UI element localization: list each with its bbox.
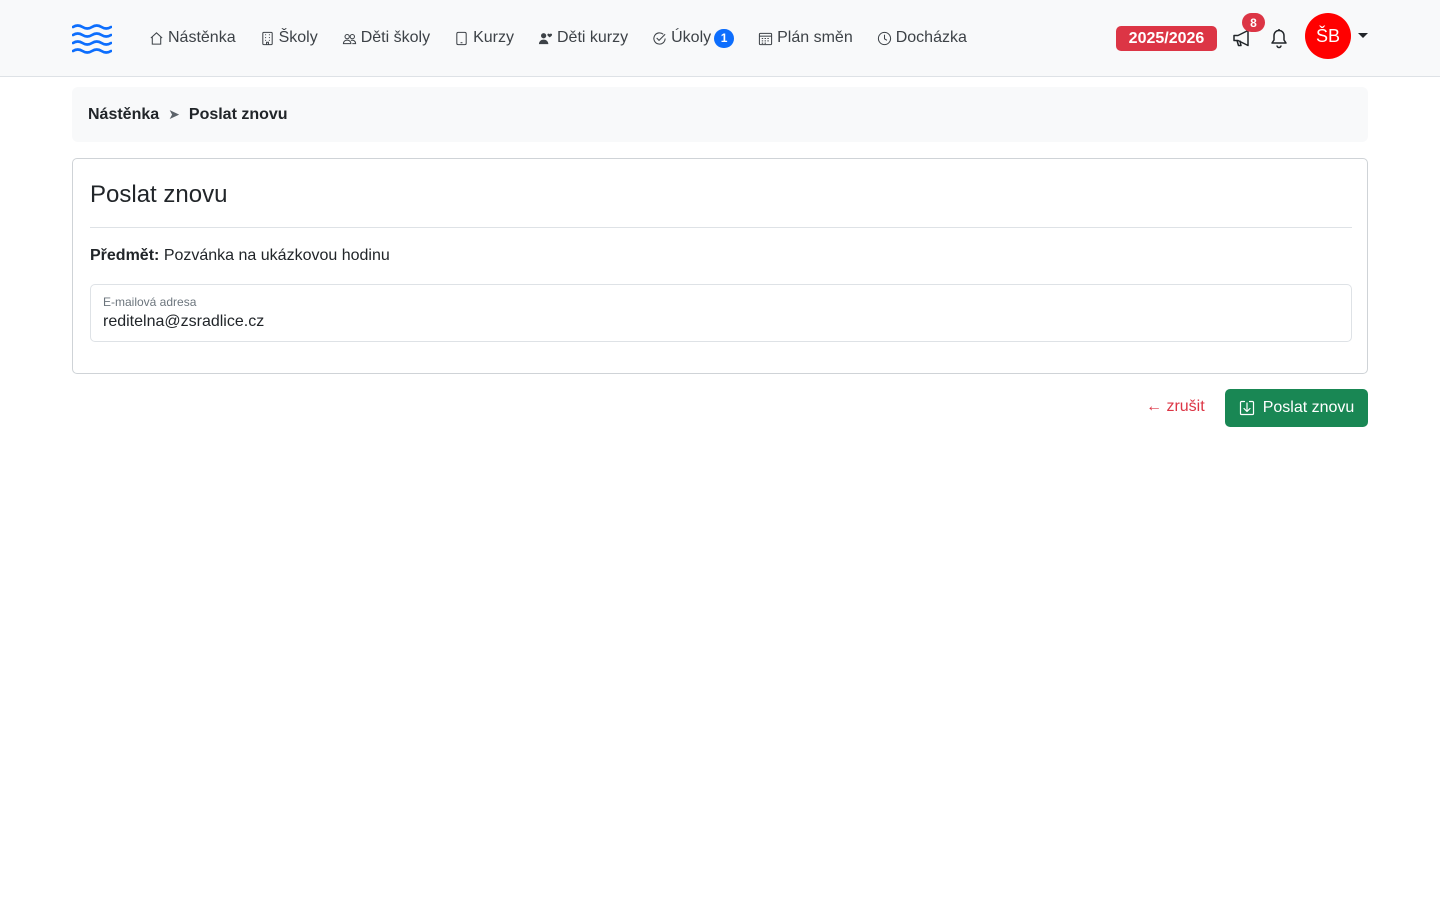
top-navbar: Nástěnka Školy Děti školy Kurzy Děti kur… — [0, 0, 1440, 77]
building-icon — [261, 31, 273, 45]
clock-icon — [877, 31, 891, 45]
nav-item-tasks[interactable]: Úkoly 1 — [652, 18, 735, 58]
page-title: Poslat znovu — [90, 181, 228, 208]
nav-item-course-children[interactable]: Děti kurzy — [538, 18, 628, 58]
nav-item-label: Nástěnka — [168, 29, 236, 46]
person-heart-icon — [538, 32, 553, 44]
nav-item-label: Docházka — [895, 29, 967, 46]
email-input[interactable] — [103, 313, 1333, 331]
resend-card: Poslat znovu Předmět: Pozvánka na ukázko… — [72, 158, 1368, 374]
nav-item-dashboard[interactable]: Nástěnka — [149, 18, 236, 58]
announcements-count-badge: 8 — [1242, 13, 1265, 32]
nav-item-label: Děti školy — [360, 29, 431, 46]
nav-item-label: Plán směn — [777, 29, 853, 46]
subject-label: Předmět: — [90, 247, 160, 264]
check-circle-icon — [653, 31, 666, 45]
nav-item-schools[interactable]: Školy — [260, 18, 318, 58]
waves-logo-icon[interactable] — [72, 24, 112, 54]
nav-item-school-children[interactable]: Děti školy — [342, 18, 430, 58]
resend-button[interactable]: Poslat znovu — [1225, 389, 1368, 427]
email-field-label: E-mailová adresa — [103, 295, 197, 309]
tasks-count-badge: 1 — [714, 28, 735, 48]
calendar-week-icon — [759, 32, 773, 45]
subject-value: Pozvánka na ukázkovou hodinu — [163, 247, 390, 264]
cancel-link[interactable]: ← zrušit — [1146, 398, 1205, 416]
tablet-icon — [456, 31, 467, 45]
breadcrumb-current: Poslat znovu — [188, 105, 288, 123]
nav-item-label: Školy — [278, 29, 318, 46]
nav-item-label: Úkoly — [671, 29, 712, 46]
breadcrumb-home-link[interactable]: Nástěnka — [88, 106, 159, 124]
house-icon — [150, 31, 163, 45]
main-nav: Nástěnka Školy Děti školy Kurzy Děti kur… — [149, 0, 991, 76]
nav-item-courses[interactable]: Kurzy — [454, 18, 514, 58]
user-avatar[interactable]: ŠB — [1305, 13, 1351, 59]
email-field[interactable]: E-mailová adresa — [90, 284, 1352, 342]
resend-button-label: Poslat znovu — [1262, 399, 1355, 416]
school-year-badge[interactable]: 2025/2026 — [1116, 26, 1217, 51]
people-icon — [342, 33, 356, 44]
chevron-down-icon[interactable] — [1358, 33, 1368, 38]
nav-item-label: Kurzy — [473, 29, 514, 46]
breadcrumb: Nástěnka ➤ Poslat znovu — [72, 87, 1368, 142]
box-arrow-in-down-icon — [1239, 400, 1254, 416]
bell-icon[interactable] — [1269, 28, 1289, 49]
subject-line: Předmět: Pozvánka na ukázkovou hodinu — [90, 247, 390, 265]
divider — [90, 227, 1352, 228]
nav-item-shift-plan[interactable]: Plán směn — [758, 18, 853, 58]
breadcrumb-separator-icon: ➤ — [168, 106, 180, 122]
nav-item-label: Děti kurzy — [556, 29, 629, 46]
nav-item-attendance[interactable]: Docházka — [877, 18, 967, 58]
